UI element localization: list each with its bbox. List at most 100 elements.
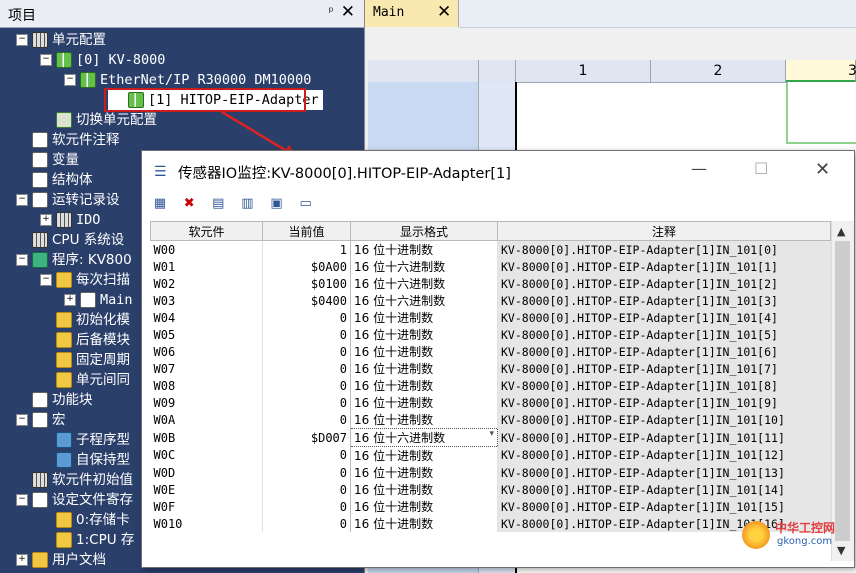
tree-item[interactable]: − 单元配置 [16, 30, 106, 50]
value-cell[interactable]: 0 [262, 498, 351, 515]
tree-item[interactable]: 变量 [16, 150, 79, 170]
format-cell[interactable]: 16 位十进制数 [350, 411, 498, 429]
header-comment[interactable]: 注释 [497, 221, 831, 241]
value-cell[interactable]: $0400 [262, 292, 351, 309]
table-row[interactable]: W010 0 16 位十进制数 KV-8000[0].HITOP-EIP-Adapte… [150, 515, 831, 532]
collapse-icon[interactable]: − [16, 194, 28, 206]
sensor-io-monitor-dialog[interactable]: ☰ 传感器IO监控:KV-8000[0].HITOP-EIP-Adapter[1… [141, 150, 855, 568]
table-row[interactable]: W06 0 16 位十进制数 KV-8000[0].HITOP-EIP-Adapter… [150, 343, 831, 360]
value-cell[interactable]: 0 [262, 326, 351, 343]
scroll-thumb[interactable] [835, 241, 850, 541]
tree-item[interactable]: − EtherNet/IP R30000 DM10000 [64, 70, 311, 90]
scroll-up-icon[interactable]: ▲ [837, 225, 845, 238]
batch-register-icon[interactable]: ▣ [267, 195, 287, 213]
maximize-button[interactable]: ☐ [754, 159, 768, 178]
format-cell[interactable]: 16 位十进制数 [350, 498, 498, 515]
tree-item[interactable]: CPU 系统设 [16, 230, 124, 250]
format-cell[interactable]: 16 位十进制数 [350, 343, 498, 360]
tree-item[interactable]: 结构体 [16, 170, 93, 190]
tree-item[interactable]: + IDO [40, 210, 100, 230]
tree-item[interactable]: − 设定文件寄存 [16, 490, 133, 510]
close-panel-button[interactable]: ✕ [341, 2, 355, 22]
value-cell[interactable]: $0100 [262, 275, 351, 292]
vertical-scrollbar[interactable]: ▲ ▼ [831, 221, 854, 561]
tree-item[interactable]: + Main [64, 290, 133, 310]
tab-close-button[interactable]: ✕ [437, 2, 451, 22]
collapse-icon[interactable]: − [40, 274, 52, 286]
table-row[interactable]: W01 $0A00 16 位十六进制数 KV-8000[0].HITOP-EIP-Ad… [150, 258, 831, 275]
tree-item[interactable]: 子程序型 [40, 430, 130, 450]
ladder-cursor[interactable] [786, 82, 856, 144]
value-cell[interactable]: $D007 [262, 428, 351, 447]
tree-item[interactable]: 初始化模 [40, 310, 130, 330]
value-cell[interactable]: 0 [262, 377, 351, 394]
tree-item[interactable]: 固定周期 [40, 350, 130, 370]
value-cell[interactable]: 0 [262, 515, 351, 532]
table-row[interactable]: W0B $D007 16 位十六进制数 ▾ KV-8000[0].HITOP-EIP-A… [150, 428, 831, 447]
tab-main[interactable]: Main ✕ [365, 0, 459, 27]
table-row[interactable]: W04 0 16 位十进制数 KV-8000[0].HITOP-EIP-Adapter… [150, 309, 831, 326]
value-cell[interactable]: 0 [262, 481, 351, 498]
value-cell[interactable]: 0 [262, 343, 351, 360]
tree-item[interactable]: − 每次扫描 [40, 270, 130, 290]
tree-item[interactable]: 0:存储卡 [40, 510, 130, 530]
append-row-icon[interactable]: ▥ [237, 195, 257, 213]
value-cell[interactable]: 0 [262, 411, 351, 429]
format-cell[interactable]: 16 位十六进制数 [350, 258, 498, 275]
format-cell[interactable]: 16 位十进制数 [350, 394, 498, 411]
collapse-icon[interactable]: − [16, 34, 28, 46]
collapse-icon[interactable]: − [40, 54, 52, 66]
expand-icon[interactable]: + [64, 294, 76, 306]
tree-item[interactable]: 自保持型 [40, 450, 130, 470]
header-device[interactable]: 软元件 [150, 221, 263, 241]
value-cell[interactable]: 0 [262, 446, 351, 464]
register-device-icon[interactable]: ▦ [150, 195, 170, 213]
collapse-icon[interactable]: − [16, 414, 28, 426]
collapse-icon[interactable]: − [16, 254, 28, 266]
tree-item[interactable]: 1:CPU 存 [40, 530, 134, 550]
dropdown-arrow-icon[interactable]: ▾ [489, 430, 494, 440]
format-cell[interactable]: 16 位十进制数 [350, 326, 498, 343]
format-cell[interactable]: 16 位十进制数 [350, 377, 498, 394]
tree-item[interactable]: − 宏 [16, 410, 66, 430]
expand-icon[interactable]: + [16, 554, 28, 566]
tree-item[interactable]: 软元件注释 [16, 130, 120, 150]
format-cell[interactable]: 16 位十进制数 [350, 515, 498, 532]
tree-item[interactable]: 切换单元配置 [40, 110, 157, 130]
value-cell[interactable]: 0 [262, 464, 351, 481]
format-cell[interactable]: 16 位十进制数 [350, 446, 498, 464]
table-row[interactable]: W09 0 16 位十进制数 KV-8000[0].HITOP-EIP-Adapter… [150, 394, 831, 411]
format-cell[interactable]: 16 位十六进制数 [350, 292, 498, 309]
format-cell[interactable]: 16 位十进制数 [350, 464, 498, 481]
tree-item[interactable]: 功能块 [16, 390, 93, 410]
value-cell[interactable]: $0A00 [262, 258, 351, 275]
expand-icon[interactable]: + [40, 214, 52, 226]
collapse-icon[interactable]: − [64, 74, 76, 86]
format-cell[interactable]: 16 位十进制数 [350, 309, 498, 326]
pin-icon[interactable]: ᵖ [328, 5, 334, 20]
tree-item[interactable]: + 用户文档 [16, 550, 106, 570]
monitor-display-icon[interactable]: ▭ [296, 195, 316, 213]
table-row[interactable]: W0D 0 16 位十进制数 KV-8000[0].HITOP-EIP-Adapter… [150, 464, 831, 481]
value-cell[interactable]: 0 [262, 360, 351, 377]
table-row[interactable]: W03 $0400 16 位十六进制数 KV-8000[0].HITOP-EIP-Ad… [150, 292, 831, 309]
value-cell[interactable]: 1 [262, 240, 351, 258]
value-cell[interactable]: 0 [262, 309, 351, 326]
tree-item[interactable]: − 程序: KV800 [16, 250, 132, 270]
tree-item[interactable]: 后备模块 [40, 330, 130, 350]
tree-item[interactable]: 单元间同 [40, 370, 130, 390]
insert-row-icon[interactable]: ▤ [208, 195, 228, 213]
table-row[interactable]: W00 1 16 位十进制数 KV-8000[0].HITOP-EIP-Adapter… [150, 240, 831, 258]
value-cell[interactable]: 0 [262, 394, 351, 411]
tree-item[interactable]: − 运转记录设 [16, 190, 120, 210]
format-cell[interactable]: 16 位十六进制数 ▾ [350, 428, 498, 447]
format-cell[interactable]: 16 位十进制数 [350, 360, 498, 377]
minimize-button[interactable]: — [691, 159, 707, 178]
format-cell[interactable]: 16 位十进制数 [350, 240, 498, 258]
table-row[interactable]: W07 0 16 位十进制数 KV-8000[0].HITOP-EIP-Adapter… [150, 360, 831, 377]
table-row[interactable]: W05 0 16 位十进制数 KV-8000[0].HITOP-EIP-Adapter… [150, 326, 831, 343]
header-current-value[interactable]: 当前值 [262, 221, 351, 241]
close-button[interactable]: ✕ [815, 159, 830, 180]
tree-item[interactable]: 软元件初始值 [16, 470, 133, 490]
table-row[interactable]: W0F 0 16 位十进制数 KV-8000[0].HITOP-EIP-Adapter… [150, 498, 831, 515]
